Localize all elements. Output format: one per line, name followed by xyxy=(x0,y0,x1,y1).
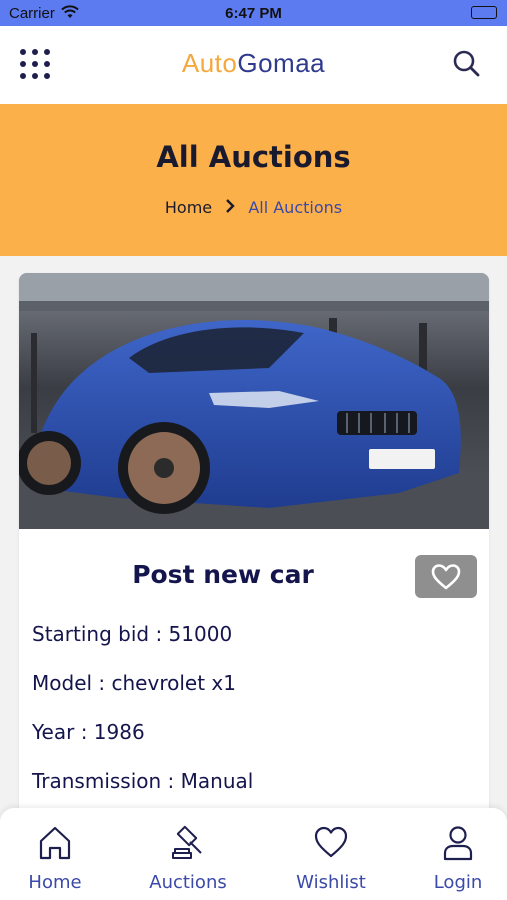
tab-login[interactable]: Login xyxy=(403,808,507,900)
starting-bid: Starting bid : 51000 xyxy=(32,622,233,646)
chevron-right-icon xyxy=(225,198,235,217)
app-logo: AutoGomaa xyxy=(0,48,507,79)
tab-label: Wishlist xyxy=(296,872,366,893)
app-header: AutoGomaa xyxy=(0,26,507,104)
tab-label: Home xyxy=(28,872,82,893)
breadcrumb-home[interactable]: Home xyxy=(165,198,212,217)
year: Year : 1986 xyxy=(32,720,145,744)
breadcrumb: Home All Auctions xyxy=(0,198,507,217)
heart-icon xyxy=(431,563,461,589)
gavel-icon xyxy=(172,825,202,859)
logo-gomaa: Gomaa xyxy=(237,48,326,78)
car-image[interactable] xyxy=(19,273,489,529)
page-hero: All Auctions Home All Auctions xyxy=(0,104,507,256)
tab-label: Login xyxy=(433,872,483,893)
user-icon xyxy=(443,826,473,861)
clock: 6:47 PM xyxy=(225,5,282,22)
home-icon xyxy=(39,826,71,860)
auction-card[interactable]: Post new car Starting bid : 51000 Model … xyxy=(19,273,489,833)
tab-wishlist[interactable]: Wishlist xyxy=(276,808,386,900)
breadcrumb-current: All Auctions xyxy=(248,198,343,217)
transmission: Transmission : Manual xyxy=(32,769,254,793)
page-title: All Auctions xyxy=(156,140,351,174)
add-to-wishlist-button[interactable] xyxy=(415,555,477,598)
heart-icon xyxy=(314,826,348,858)
status-bar: Carrier 6:47 PM xyxy=(0,0,507,26)
model: Model : chevrolet x1 xyxy=(32,671,236,695)
logo-auto: Auto xyxy=(181,48,238,78)
tab-home[interactable]: Home xyxy=(0,808,110,900)
listing-title: Post new car xyxy=(132,560,314,589)
tab-auctions[interactable]: Auctions xyxy=(133,808,243,900)
tab-label: Auctions xyxy=(149,872,227,893)
battery-icon xyxy=(471,6,497,19)
bottom-tab-bar: Home Auctions Wishlist Login xyxy=(0,808,507,900)
search-icon[interactable] xyxy=(451,48,483,80)
